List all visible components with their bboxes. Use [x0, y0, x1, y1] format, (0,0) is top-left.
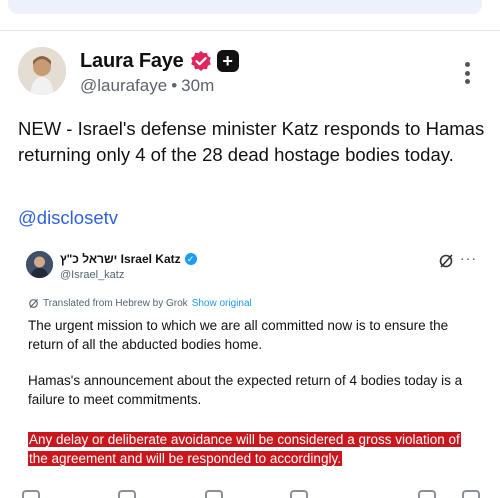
more-dot — [464, 62, 470, 67]
embedded-paragraph-1: The urgent mission to which we are all c… — [28, 318, 449, 352]
embedded-avatar — [26, 251, 53, 278]
highlighted-text: Any delay or deliberate avoidance will b… — [28, 432, 461, 466]
embedded-avatar-image — [26, 251, 53, 278]
embedded-tweet-image[interactable]: ישראל כ"ץ Israel Katz ✓ @Israel_katz ···… — [18, 240, 482, 480]
more-dot — [464, 79, 470, 84]
like-icon[interactable] — [205, 490, 223, 498]
verified-badge-icon — [190, 51, 211, 71]
translated-label: Translated from Hebrew by Grok — [43, 298, 188, 309]
grok-small-icon — [29, 299, 39, 308]
embedded-display-name: ישראל כ"ץ Israel Katz — [60, 252, 181, 266]
repost-icon[interactable] — [118, 490, 136, 498]
meta-separator: • — [171, 76, 178, 95]
embedded-paragraph-3: Any delay or deliberate avoidance will b… — [28, 430, 468, 468]
grok-icon — [439, 254, 453, 268]
embedded-paragraph-2: Hamas's announcement about the expected … — [28, 373, 463, 407]
more-dot — [464, 70, 470, 76]
author-name-row: Laura Faye + — [80, 48, 239, 74]
author-display-name[interactable]: Laura Faye — [80, 50, 184, 73]
post-time[interactable]: 30m — [181, 76, 214, 95]
divider — [0, 30, 500, 31]
avatar-image — [18, 47, 66, 95]
embedded-verified-icon: ✓ — [184, 253, 197, 265]
show-original-link: Show original — [191, 298, 252, 309]
share-icon[interactable] — [462, 490, 480, 498]
post-actions-row — [0, 490, 500, 498]
post-text: NEW - Israel's defense minister Katz res… — [18, 118, 485, 165]
previous-item-banner — [8, 0, 482, 14]
reply-icon[interactable] — [22, 490, 40, 498]
author-handle[interactable]: @laurafaye — [80, 76, 167, 95]
embedded-author-row: ישראל כ"ץ Israel Katz ✓ — [60, 252, 197, 266]
mention-link[interactable]: @disclosetv — [18, 207, 118, 229]
avatar[interactable] — [18, 47, 66, 95]
embedded-more-icon: ··· — [460, 250, 477, 266]
views-icon[interactable] — [290, 490, 308, 498]
more-vertical-icon[interactable] — [462, 62, 472, 84]
bookmark-icon[interactable] — [418, 490, 436, 498]
plus-badge-icon: + — [216, 50, 239, 72]
author-meta: @laurafaye • 30m — [80, 76, 214, 96]
translation-note: Translated from Hebrew by Grok Show orig… — [28, 298, 252, 309]
embedded-handle: @Israel_katz — [60, 269, 125, 281]
